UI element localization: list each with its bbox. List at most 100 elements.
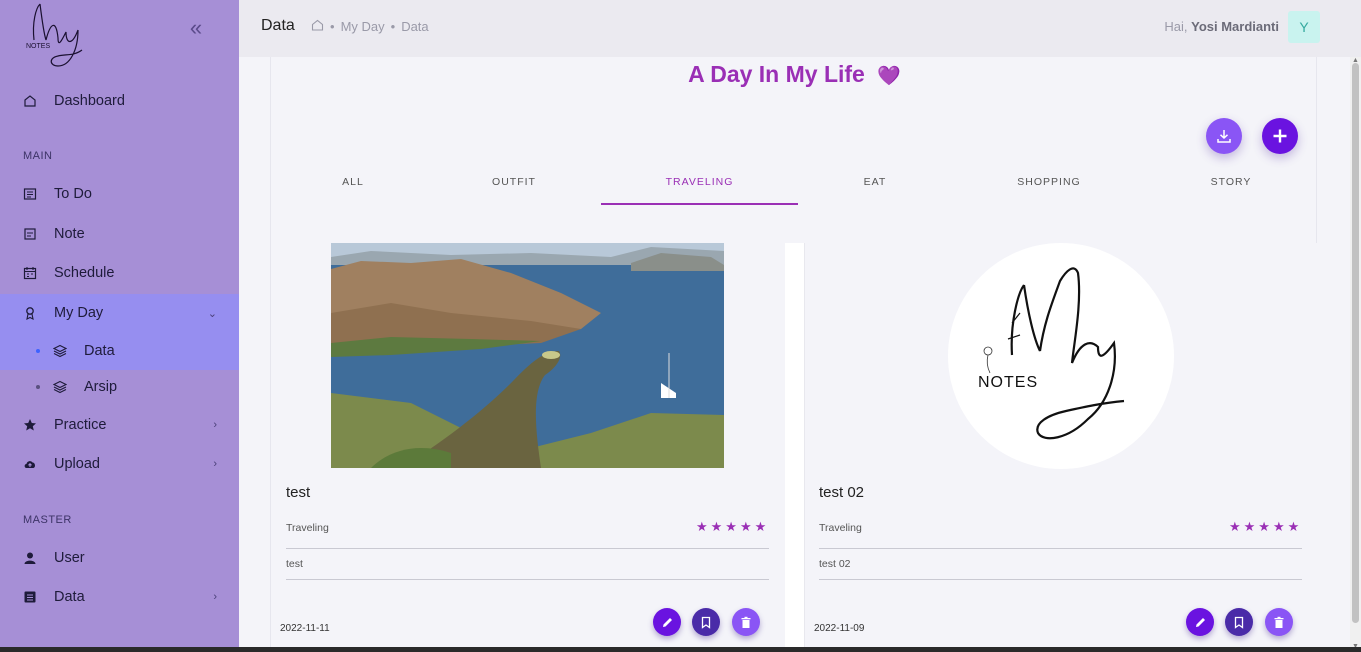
pencil-icon [1195, 617, 1205, 627]
sidebar-item-todo[interactable]: To Do [0, 175, 239, 213]
post-category: Traveling [286, 522, 329, 534]
tab-story[interactable]: STORY [1133, 173, 1329, 205]
sidebar-item-user[interactable]: User [0, 539, 239, 577]
award-icon [22, 305, 38, 321]
divider [819, 548, 1302, 549]
home-icon[interactable] [311, 19, 324, 34]
sidebar-item-myday[interactable]: My Day ⌄ [0, 294, 239, 332]
user-icon [22, 550, 38, 566]
checklist-icon [22, 186, 38, 202]
breadcrumb-item: Data [401, 19, 429, 34]
scrollbar-thumb[interactable] [1352, 63, 1359, 623]
tab-shopping[interactable]: SHOPPING [951, 173, 1147, 205]
sidebar-item-schedule[interactable]: Schedule [0, 254, 239, 292]
svg-text:NOTES: NOTES [978, 374, 1038, 391]
sidebar-item-label: To Do [54, 186, 92, 202]
chevron-right-icon: › [213, 458, 217, 470]
content-panel: A Day In My Life 💜 ALL OUTFIT TRAVELING … [270, 57, 1318, 652]
sidebar-item-label: Dashboard [54, 93, 125, 109]
category-tabs: ALL OUTFIT TRAVELING EAT SHOPPING STORY [286, 173, 1302, 205]
section-label-main: MAIN [23, 150, 53, 162]
layers-icon [52, 343, 68, 359]
sidebar-item-upload[interactable]: Upload › [0, 445, 239, 483]
page-scrollbar[interactable]: ▲ ▼ [1350, 57, 1361, 652]
sidebar-item-label: Data [54, 589, 85, 605]
sidebar: NOTES « Dashboard MAIN To Do Note Schedu… [0, 0, 239, 652]
window-bottom-edge [0, 647, 1361, 652]
page-title: Data [261, 17, 295, 34]
add-button[interactable] [1262, 118, 1298, 154]
collapse-sidebar-button[interactable]: « [184, 16, 208, 40]
divider [819, 579, 1302, 580]
post-title: test [286, 484, 311, 501]
sidebar-subitem-label: Arsip [84, 379, 118, 395]
edit-button[interactable] [1186, 608, 1214, 636]
list-icon [22, 589, 38, 605]
bookmark-icon [1234, 616, 1244, 629]
trash-icon [1274, 616, 1284, 628]
sidebar-item-master-data[interactable]: Data › [0, 578, 239, 616]
sidebar-item-practice[interactable]: Practice › [0, 406, 239, 444]
chevron-right-icon: › [213, 419, 217, 431]
post-card: NOTES test 02 Traveling ★★★★★ test 02 20… [805, 243, 1318, 652]
delete-button[interactable] [732, 608, 760, 636]
post-title: test 02 [819, 484, 865, 501]
tab-eat[interactable]: EAT [777, 173, 973, 205]
app-logo[interactable]: NOTES [22, 0, 88, 72]
post-category: Traveling [819, 522, 862, 534]
svg-text:NOTES: NOTES [26, 43, 50, 50]
download-icon [1217, 130, 1231, 143]
trash-icon [741, 616, 751, 628]
post-description: test [286, 558, 303, 570]
sidebar-item-label: Upload [54, 456, 100, 472]
tab-traveling[interactable]: TRAVELING [601, 173, 798, 205]
sidebar-item-label: My Day [54, 305, 104, 321]
avatar[interactable]: Y [1288, 11, 1320, 43]
top-bar: Data • My Day • Data Hai, Yosi Mardianti… [239, 0, 1361, 57]
sidebar-item-note[interactable]: Note [0, 215, 239, 253]
edit-button[interactable] [653, 608, 681, 636]
sidebar-item-label: Practice [54, 417, 107, 433]
rating-stars: ★★★★★ [1229, 519, 1303, 534]
active-dot-icon [36, 349, 40, 353]
plus-icon [1273, 129, 1287, 143]
pencil-icon [662, 617, 672, 627]
star-icon [22, 417, 38, 433]
card-separator [785, 243, 805, 652]
post-date: 2022-11-11 [280, 623, 330, 634]
home-icon [22, 93, 38, 109]
post-date: 2022-11-09 [814, 623, 865, 634]
sidebar-item-dashboard[interactable]: Dashboard [0, 82, 239, 120]
bookmark-icon [701, 616, 711, 629]
dot-icon [36, 385, 40, 389]
divider [286, 579, 769, 580]
greeting: Hai, Yosi Mardianti [1164, 19, 1279, 34]
cloud-upload-icon [22, 456, 38, 472]
sidebar-subitem-data[interactable]: Data [0, 333, 239, 369]
post-description: test 02 [819, 558, 851, 570]
page-heading: A Day In My Life 💜 [688, 61, 901, 87]
rating-stars: ★★★★★ [696, 519, 770, 534]
delete-button[interactable] [1265, 608, 1293, 636]
bookmark-button[interactable] [692, 608, 720, 636]
post-image[interactable]: NOTES [948, 243, 1174, 469]
post-card: test Traveling ★★★★★ test 2022-11-11 [271, 243, 785, 652]
user-name: Yosi Mardianti [1191, 19, 1279, 34]
sidebar-subitem-label: Data [84, 343, 115, 359]
bookmark-button[interactable] [1225, 608, 1253, 636]
breadcrumb: • My Day • Data [311, 19, 429, 34]
sidebar-item-label: Note [54, 226, 85, 242]
sidebar-item-label: User [54, 550, 85, 566]
note-icon [22, 226, 38, 242]
divider [286, 548, 769, 549]
download-button[interactable] [1206, 118, 1242, 154]
calendar-icon [22, 265, 38, 281]
chevron-down-icon: ⌄ [207, 307, 217, 320]
post-image[interactable] [331, 243, 724, 468]
breadcrumb-item[interactable]: My Day [341, 19, 385, 34]
tab-outfit[interactable]: OUTFIT [416, 173, 612, 205]
sidebar-subitem-arsip[interactable]: Arsip [0, 369, 239, 405]
chevron-right-icon: › [213, 591, 217, 603]
purple-heart-icon: 💜 [877, 66, 901, 87]
archive-icon [52, 379, 68, 395]
